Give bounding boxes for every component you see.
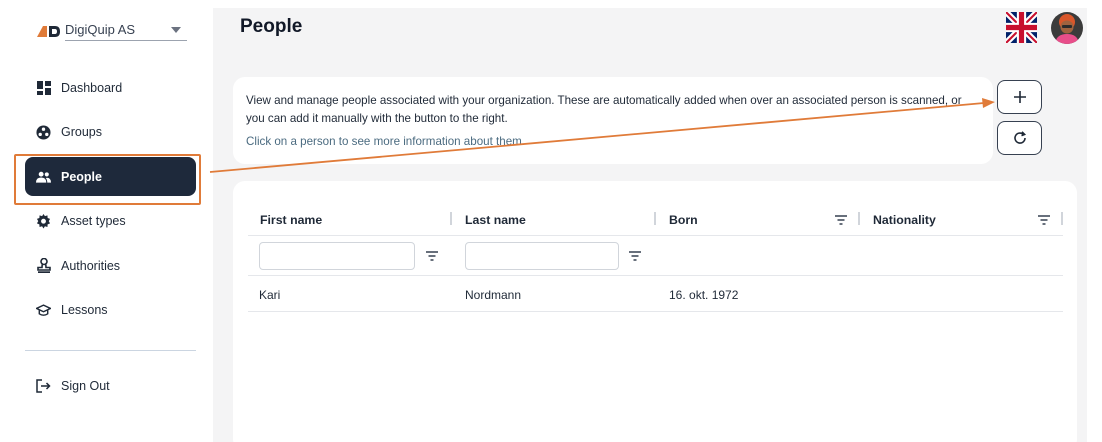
organization-selector[interactable]: DigiQuip AS [35,20,187,41]
column-resize-handle[interactable] [450,212,452,225]
sign-out-container: Sign Out [25,366,196,411]
cell-born: 16. okt. 1972 [669,287,739,302]
authority-icon [36,258,51,274]
column-header-first-name[interactable]: First name [260,203,322,236]
sidebar-item-label: Authorities [61,258,121,273]
cell-last-name: Nordmann [465,287,522,302]
column-resize-handle[interactable] [858,212,860,225]
chevron-down-icon [171,26,181,33]
info-card: View and manage people associated with y… [233,77,993,164]
sign-out-label: Sign Out [61,378,110,393]
people-icon [36,169,51,184]
sidebar: DigiQuip AS Dashboard Groups People Asse… [0,0,212,442]
avatar-icon[interactable] [1051,12,1083,44]
graduation-cap-icon [36,303,51,318]
groups-icon [36,125,51,140]
filter-icon[interactable] [629,251,641,261]
page-title: People [240,16,303,37]
sign-out-icon [36,378,51,393]
sidebar-item-label: People [61,169,102,184]
sidebar-divider [25,350,196,351]
column-header-born[interactable]: Born [669,203,698,236]
sidebar-item-label: Dashboard [61,80,123,95]
cell-first-name: Kari [259,287,281,302]
sidebar-item-lessons[interactable]: Lessons [25,291,196,330]
sidebar-item-authorities[interactable]: Authorities [25,246,196,285]
refresh-button[interactable] [997,121,1042,155]
info-description: View and manage people associated with y… [246,94,962,125]
filter-icon[interactable] [1038,215,1050,225]
digiquip-logo-icon [37,25,60,37]
app-root: DigiQuip AS Dashboard Groups People Asse… [0,0,1102,442]
sidebar-item-label: Lessons [61,303,108,318]
filter-icon[interactable] [835,215,847,225]
table-header: First name Last name Born Nationality [248,203,1063,236]
add-person-button[interactable] [997,80,1042,114]
table-filter-row [248,237,1063,276]
organization-dropdown[interactable]: DigiQuip AS [65,20,187,41]
sidebar-item-dashboard[interactable]: Dashboard [25,68,196,107]
people-table: First name Last name Born Nationality Ka… [233,181,1077,442]
sign-out-button[interactable]: Sign Out [25,366,196,405]
sidebar-item-label: Asset types [61,214,126,229]
table-row[interactable]: Kari Nordmann 16. okt. 1972 [248,277,1063,312]
column-header-last-name[interactable]: Last name [465,203,526,236]
sidebar-item-asset-types[interactable]: Asset types [25,202,196,241]
info-hint: Click on a person to see more informatio… [246,135,526,148]
sidebar-item-people[interactable]: People [25,157,196,197]
first-name-filter-input[interactable] [259,242,415,270]
uk-flag-icon[interactable] [1006,12,1037,43]
sidebar-item-label: Groups [61,125,102,140]
filter-icon[interactable] [426,251,438,261]
column-header-nationality[interactable]: Nationality [873,203,936,236]
refresh-icon [1013,131,1026,144]
column-resize-handle[interactable] [1061,212,1063,225]
plus-icon [1013,91,1026,103]
gear-icon [36,213,51,229]
main-content: People View and manage people associated… [213,8,1087,442]
organization-name: DigiQuip AS [65,22,136,37]
column-resize-handle[interactable] [654,212,656,225]
dashboard-icon [36,80,51,95]
sidebar-item-groups[interactable]: Groups [25,113,196,152]
sidebar-nav: Dashboard Groups People Asset types Auth… [25,68,196,336]
last-name-filter-input[interactable] [465,242,619,270]
